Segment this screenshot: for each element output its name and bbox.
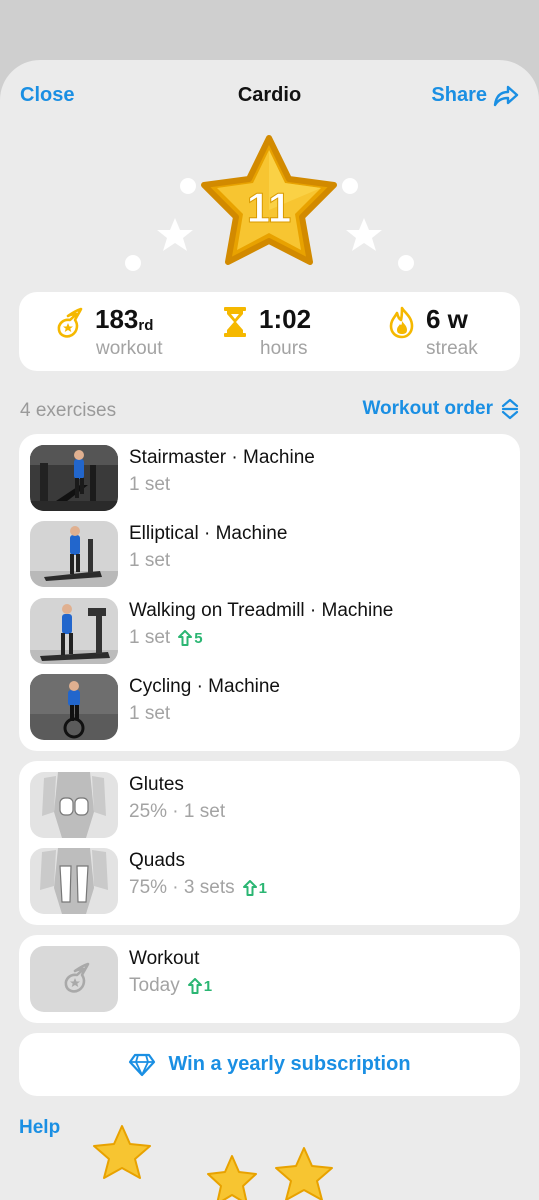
share-label: Share: [431, 84, 487, 106]
workout-count: 183rd: [95, 304, 154, 334]
muscle-list: Glutes 25% · 1 set Quads 75% · 3 sets 1: [19, 761, 520, 925]
workout-label: workout: [96, 338, 163, 359]
ordinal-suffix: rd: [138, 317, 154, 334]
exercise-sets: 1 set: [129, 474, 171, 495]
exercise-count: 4 exercises: [20, 400, 117, 421]
muscle-row-quads[interactable]: Quads 75% · 3 sets 1: [30, 848, 509, 914]
share-button[interactable]: Share: [431, 84, 519, 107]
workout-order-button[interactable]: Workout order: [362, 398, 519, 420]
elliptical-thumbnail: [30, 521, 118, 587]
diamond-icon: [129, 1053, 156, 1076]
win-subscription-label: Win a yearly subscription: [168, 1053, 411, 1075]
workout-row[interactable]: Workout Today 1: [30, 946, 509, 1012]
share-arrow-icon: [493, 85, 519, 106]
workout-date: Today 1: [129, 975, 213, 996]
up-arrow-icon: [178, 630, 193, 646]
muscle-title: Glutes: [129, 774, 184, 795]
workout-title: Workout: [129, 948, 200, 969]
win-subscription-button[interactable]: Win a yearly subscription: [19, 1033, 520, 1096]
exercise-row-treadmill[interactable]: Walking on Treadmill · Machine 1 set 5: [30, 598, 509, 664]
exercise-title: Cycling · Machine: [129, 676, 280, 697]
workout-order-label: Workout order: [362, 398, 493, 419]
cycling-thumbnail: [30, 674, 118, 740]
level-badge-hero: 11: [125, 135, 414, 271]
exercises-header: 4 exercises Workout order: [20, 398, 519, 424]
muscle-stats: 75% · 3 sets 1: [129, 877, 267, 898]
meteor-icon: [64, 962, 90, 993]
exercise-row-stairmaster[interactable]: Stairmaster · Machine 1 set: [30, 445, 509, 511]
quads-muscle-thumbnail: [30, 848, 118, 914]
up-arrow-icon: [187, 978, 202, 994]
muscle-row-glutes[interactable]: Glutes 25% · 1 set: [30, 772, 509, 838]
stat-streak: 6 w streak: [353, 292, 520, 371]
decor-star-right: [346, 218, 382, 251]
exercise-title: Stairmaster · Machine: [129, 447, 315, 468]
top-bar: Close Cardio Share: [0, 82, 539, 112]
stats-card: 183rd workout 1:02 hours 6 w streak: [19, 292, 520, 371]
exercise-row-elliptical[interactable]: Elliptical · Machine 1 set: [30, 521, 509, 587]
up-arrow-icon: [242, 880, 257, 896]
close-button[interactable]: Close: [20, 84, 74, 107]
exercise-sets: 1 set: [129, 550, 171, 571]
streak-label: streak: [426, 338, 478, 359]
improvement-badge: 1: [187, 978, 212, 995]
glutes-muscle-thumbnail: [30, 772, 118, 838]
exercise-sets: 1 set 5: [129, 627, 203, 648]
improvement-badge: 1: [242, 880, 267, 897]
exercise-sets: 1 set: [129, 703, 171, 724]
muscle-stats: 25% · 1 set: [129, 801, 226, 822]
decor-star-left: [157, 218, 193, 251]
workout-thumbnail: [30, 946, 118, 1012]
exercise-title: Walking on Treadmill · Machine: [129, 600, 394, 621]
muscle-title: Quads: [129, 850, 185, 871]
streak-value: 6 w: [426, 304, 468, 334]
stat-workout: 183rd workout: [19, 292, 186, 371]
improvement-badge: 5: [178, 630, 203, 647]
level-number: 11: [247, 184, 291, 231]
exercise-title: Elliptical · Machine: [129, 523, 288, 544]
exercise-list: Stairmaster · Machine 1 set Elliptical ·…: [19, 434, 520, 751]
workout-summary-sheet: Close Cardio Share 11 183rd workout 1:02…: [0, 60, 539, 1200]
flame-icon: [389, 306, 414, 339]
hours-label: hours: [260, 338, 308, 359]
treadmill-thumbnail: [30, 598, 118, 664]
exercise-row-cycling[interactable]: Cycling · Machine 1 set: [30, 674, 509, 740]
sort-arrows-icon: [501, 398, 519, 420]
meteor-icon: [57, 307, 83, 338]
confetti-stars: [93, 1125, 333, 1200]
stairmaster-thumbnail: [30, 445, 118, 511]
hours-value: 1:02: [259, 304, 312, 334]
stat-hours: 1:02 hours: [186, 292, 353, 371]
star-badge-icon: 11: [201, 135, 337, 265]
hourglass-icon: [224, 307, 246, 337]
workout-history-card: Workout Today 1: [19, 935, 520, 1023]
